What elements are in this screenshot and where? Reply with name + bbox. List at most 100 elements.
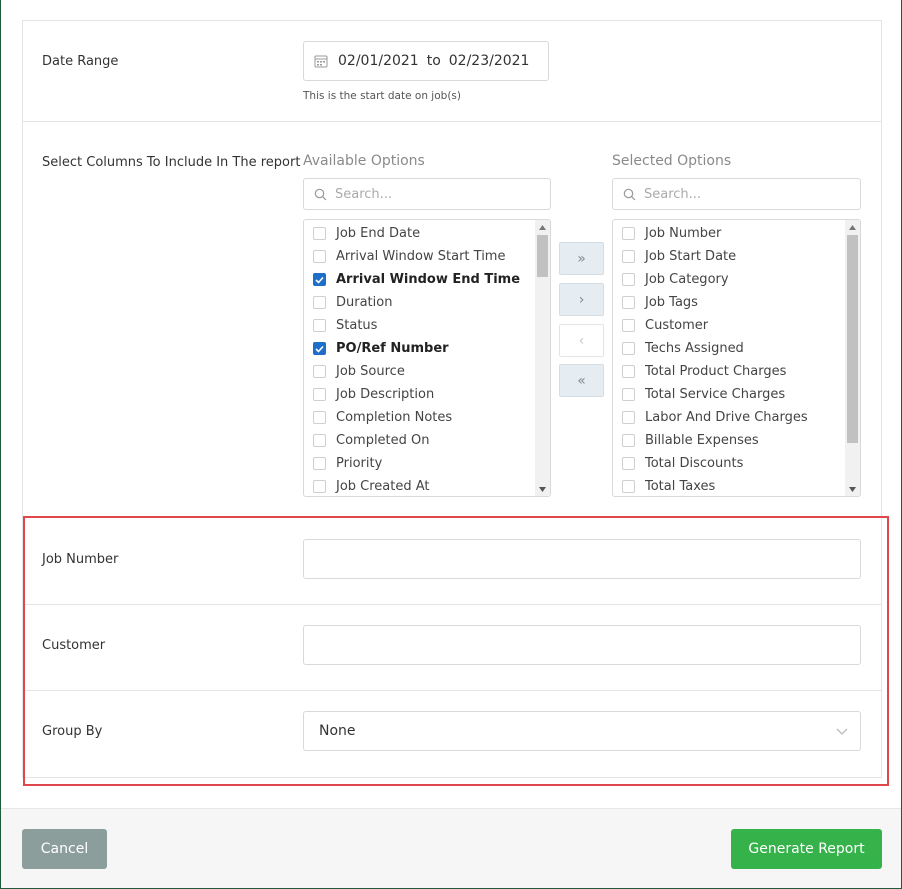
- search-icon: [314, 188, 327, 200]
- available-search-input[interactable]: [335, 186, 525, 202]
- divider: [23, 121, 881, 122]
- list-item-label: Arrival Window Start Time: [336, 249, 506, 264]
- group-by-select[interactable]: None: [303, 711, 861, 751]
- list-item-label: Priority: [336, 456, 383, 471]
- selected-options-list[interactable]: Job Number Job Start Date Job Category Job …: [612, 219, 861, 497]
- list-item-label: Total Taxes: [645, 479, 716, 494]
- checkbox-icon[interactable]: [313, 365, 326, 378]
- list-item[interactable]: Job Source: [304, 360, 534, 383]
- list-item-label: Total Product Charges: [645, 364, 787, 379]
- list-item[interactable]: Total Taxes: [613, 475, 844, 496]
- selected-search-input[interactable]: [644, 186, 834, 202]
- list-item[interactable]: PO/Ref Number: [304, 337, 534, 360]
- checkbox-icon[interactable]: [313, 411, 326, 424]
- checkbox-icon[interactable]: [313, 227, 326, 240]
- checkbox-icon[interactable]: [622, 296, 635, 309]
- checkbox-icon[interactable]: [622, 480, 635, 493]
- divider: [23, 690, 881, 691]
- list-item-label: Customer: [645, 318, 709, 333]
- columns-label: Select Columns To Include In The report: [42, 155, 301, 170]
- move-all-right-button[interactable]: »: [559, 242, 604, 275]
- scrollbar[interactable]: [535, 220, 550, 496]
- scroll-down-arrow-icon[interactable]: [535, 482, 550, 496]
- checkbox-icon[interactable]: [622, 250, 635, 263]
- list-item[interactable]: Job Created At: [304, 475, 534, 496]
- list-item[interactable]: Completion Notes: [304, 406, 534, 429]
- checkbox-icon[interactable]: [313, 480, 326, 493]
- list-item[interactable]: Job End Date: [304, 222, 534, 245]
- list-item-label: Job Tags: [645, 295, 698, 310]
- checkbox-icon[interactable]: [622, 273, 635, 286]
- checkbox-icon[interactable]: [622, 227, 635, 240]
- date-separator: to: [426, 53, 441, 69]
- list-item[interactable]: Arrival Window Start Time: [304, 245, 534, 268]
- list-item[interactable]: Duration: [304, 291, 534, 314]
- list-item[interactable]: Total Discounts: [613, 452, 844, 475]
- available-options-list[interactable]: Job End Date Arrival Window Start Time Arr…: [303, 219, 551, 497]
- checkbox-icon[interactable]: [313, 296, 326, 309]
- list-item[interactable]: Job Number: [613, 222, 844, 245]
- list-item[interactable]: Completed On: [304, 429, 534, 452]
- list-item-label: Job Start Date: [645, 249, 737, 264]
- list-item-label: Job Source: [336, 364, 405, 379]
- checkbox-icon[interactable]: [622, 319, 635, 332]
- list-item[interactable]: Techs Assigned: [613, 337, 844, 360]
- checkbox-icon[interactable]: [622, 388, 635, 401]
- list-item[interactable]: Job Description: [304, 383, 534, 406]
- calendar-icon: [314, 55, 328, 68]
- scrollbar-thumb[interactable]: [537, 235, 548, 277]
- end-date[interactable]: 02/23/2021: [449, 53, 530, 69]
- scrollbar-thumb[interactable]: [847, 235, 858, 443]
- generate-report-button[interactable]: Generate Report: [731, 829, 882, 869]
- checkbox-checked-icon[interactable]: [313, 342, 326, 355]
- checkbox-icon[interactable]: [313, 319, 326, 332]
- checkbox-icon[interactable]: [313, 434, 326, 447]
- start-date[interactable]: 02/01/2021: [338, 53, 419, 69]
- scroll-up-arrow-icon[interactable]: [845, 220, 860, 234]
- customer-input[interactable]: [303, 625, 861, 665]
- list-item[interactable]: Priority: [304, 452, 534, 475]
- list-item[interactable]: Labor And Drive Charges: [613, 406, 844, 429]
- available-search[interactable]: [303, 178, 551, 210]
- checkbox-icon[interactable]: [622, 457, 635, 470]
- list-item[interactable]: Job Category: [613, 268, 844, 291]
- list-item[interactable]: Status: [304, 314, 534, 337]
- list-item[interactable]: Arrival Window End Time: [304, 268, 534, 291]
- list-item-label: Job Description: [336, 387, 435, 402]
- scroll-down-arrow-icon[interactable]: [845, 482, 860, 496]
- scroll-up-arrow-icon[interactable]: [535, 220, 550, 234]
- list-item[interactable]: Job Tags: [613, 291, 844, 314]
- date-range-picker[interactable]: 02/01/2021 to 02/23/2021: [303, 41, 549, 81]
- list-item[interactable]: Total Service Charges: [613, 383, 844, 406]
- cancel-button[interactable]: Cancel: [22, 829, 107, 869]
- move-all-left-button[interactable]: «: [559, 364, 604, 397]
- date-range-label: Date Range: [42, 54, 119, 69]
- list-item[interactable]: Billable Expenses: [613, 429, 844, 452]
- list-item-label: Labor And Drive Charges: [645, 410, 808, 425]
- list-item[interactable]: Job Start Date: [613, 245, 844, 268]
- job-number-label: Job Number: [42, 552, 119, 567]
- move-left-button[interactable]: ‹: [559, 324, 604, 357]
- checkbox-icon[interactable]: [622, 365, 635, 378]
- move-right-button[interactable]: ›: [559, 283, 604, 316]
- list-item[interactable]: Total Product Charges: [613, 360, 844, 383]
- divider: [23, 604, 881, 605]
- scrollbar[interactable]: [845, 220, 860, 496]
- report-dialog: Date Range 02/01/2021 to 02/23/2021 This…: [0, 0, 902, 889]
- date-range-hint: This is the start date on job(s): [303, 90, 461, 102]
- chevron-down-icon: [836, 728, 848, 735]
- checkbox-icon[interactable]: [622, 342, 635, 355]
- search-icon: [623, 188, 636, 200]
- checkbox-icon[interactable]: [622, 411, 635, 424]
- checkbox-icon[interactable]: [622, 434, 635, 447]
- checkbox-icon[interactable]: [313, 388, 326, 401]
- job-number-input[interactable]: [303, 539, 861, 579]
- list-item[interactable]: Customer: [613, 314, 844, 337]
- list-item-label: Arrival Window End Time: [336, 272, 521, 287]
- checkbox-checked-icon[interactable]: [313, 273, 326, 286]
- selected-search[interactable]: [612, 178, 861, 210]
- list-item-label: Duration: [336, 295, 393, 310]
- list-item-label: Status: [336, 318, 378, 333]
- checkbox-icon[interactable]: [313, 457, 326, 470]
- checkbox-icon[interactable]: [313, 250, 326, 263]
